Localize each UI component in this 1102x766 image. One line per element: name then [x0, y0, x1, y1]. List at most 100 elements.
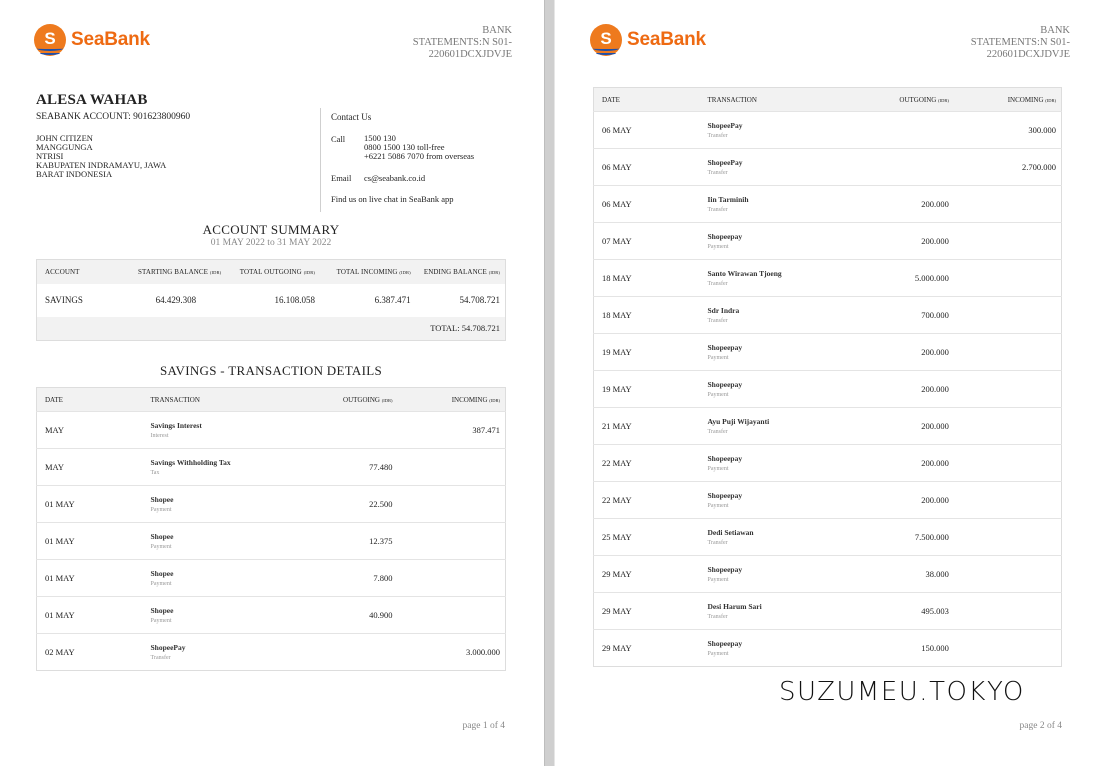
- txn-party: Shopee: [150, 495, 174, 504]
- txn-date: 01 MAY: [36, 596, 151, 634]
- seabank-logo-text: SeaBank: [627, 29, 706, 50]
- txn-party: Desi Harum Sari: [707, 602, 762, 611]
- txn-outgoing: 7.500.000: [865, 518, 987, 556]
- txn-party: Shopeepay: [707, 639, 743, 648]
- transaction-row: MAY Savings Interest Interest 387.471: [36, 411, 506, 449]
- account-number: SEABANK ACCOUNT: 901623800960: [36, 112, 191, 122]
- seabank-logo: S SeaBank: [34, 24, 150, 56]
- txn-type: Transfer: [707, 133, 728, 139]
- txn-description: Shopeepay Payment: [707, 370, 866, 408]
- txn-party: Dedi Setiawan: [707, 528, 754, 537]
- transaction-row: 29 MAY Shopeepay Payment 38.000: [593, 555, 1062, 593]
- txn-incoming: [986, 481, 1062, 519]
- txn-outgoing: 200.000: [865, 370, 987, 408]
- transaction-row: 06 MAY ShopeePay Transfer 300.000: [593, 111, 1062, 149]
- txn-incoming: [430, 522, 506, 560]
- txn-incoming: [986, 555, 1062, 593]
- txn-incoming: [430, 485, 506, 523]
- txn-party: Sdr Indra: [707, 306, 740, 315]
- customer-name: ALESA WAHAB: [36, 92, 148, 108]
- txn-type: Payment: [707, 466, 729, 472]
- txn-party: Shopee: [150, 569, 174, 578]
- txn-incoming: [430, 596, 506, 634]
- contact-email: Email cs@seabank.co.id: [331, 173, 426, 183]
- txn-outgoing: 495.003: [865, 592, 987, 630]
- txn-date: 29 MAY: [593, 629, 708, 667]
- txn-outgoing: 12.375: [308, 522, 431, 560]
- txn-outgoing: 150.000: [865, 629, 987, 667]
- email-link[interactable]: cs@seabank.co.id: [364, 173, 425, 183]
- txn-type: Payment: [150, 618, 172, 624]
- transaction-row: 06 MAY Iin Tarminih Transfer 200.000: [593, 185, 1062, 223]
- txn-description: Shopee Payment: [150, 596, 309, 634]
- txn-date: 01 MAY: [36, 485, 151, 523]
- txn-type: Payment: [707, 651, 729, 657]
- txn-outgoing: 200.000: [865, 185, 987, 223]
- transaction-row: 25 MAY Dedi Setiawan Transfer 7.500.000: [593, 518, 1062, 556]
- seabank-logo-text: SeaBank: [71, 29, 150, 50]
- summary-header-row: ACCOUNT STARTING BALANCE (IDR) TOTAL OUT…: [36, 259, 506, 284]
- txn-incoming: 387.471: [430, 411, 506, 449]
- txn-description: Shopee Payment: [150, 522, 309, 560]
- txn-incoming: [986, 333, 1062, 371]
- txn-incoming: [986, 222, 1062, 260]
- seabank-logo-icon: S: [34, 24, 66, 56]
- txn-outgoing: 5.000.000: [865, 259, 987, 297]
- txn-type: Payment: [150, 581, 172, 587]
- transaction-table-page-2: DATE TRANSACTION OUTGOING (IDR) INCOMING…: [593, 87, 1062, 667]
- transaction-table-page-1: DATE TRANSACTION OUTGOING (IDR) INCOMING…: [36, 387, 506, 671]
- summary-total-row: TOTAL: 54.708.721: [36, 316, 506, 341]
- txn-outgoing: 700.000: [865, 296, 987, 334]
- txn-description: Santo Wirawan Tjoeng Transfer: [707, 259, 866, 297]
- txn-party: Shopeepay: [707, 380, 743, 389]
- contact-call: Call 1500 130 0800 1500 130 toll-free +6…: [331, 133, 475, 161]
- txn-party: ShopeePay: [707, 158, 743, 167]
- transaction-row: 01 MAY Shopee Payment 40.900: [36, 596, 506, 634]
- transaction-row: 19 MAY Shopeepay Payment 200.000: [593, 370, 1062, 408]
- txn-date: 21 MAY: [593, 407, 708, 445]
- txn-description: ShopeePay Transfer: [707, 148, 866, 186]
- txn-type: Payment: [707, 577, 729, 583]
- account-summary-title: ACCOUNT SUMMARY: [202, 222, 340, 237]
- txn-type: Payment: [150, 544, 172, 550]
- transaction-header-row: DATE TRANSACTION OUTGOING (IDR) INCOMING…: [36, 387, 506, 412]
- txn-type: Transfer: [707, 614, 728, 620]
- txn-description: Shopeepay Payment: [707, 444, 866, 482]
- transaction-row: MAY Savings Withholding Tax Tax 77.480: [36, 448, 506, 486]
- txn-party: Shopeepay: [707, 491, 743, 500]
- txn-outgoing: [308, 411, 431, 449]
- transaction-details-title: SAVINGS - TRANSACTION DETAILS: [159, 363, 383, 378]
- txn-description: ShopeePay Transfer: [707, 111, 866, 149]
- txn-date: 18 MAY: [593, 259, 708, 297]
- transaction-row: 18 MAY Santo Wirawan Tjoeng Transfer 5.000.…: [593, 259, 1062, 297]
- txn-type: Transfer: [707, 429, 728, 435]
- transaction-row: 07 MAY Shopeepay Payment 200.000: [593, 222, 1062, 260]
- txn-description: Ayu Puji Wijayanti Transfer: [707, 407, 866, 445]
- customer-address: JOHN CITIZEN MANGGUNGA NTRISI KABUPATEN …: [36, 133, 167, 179]
- txn-date: 29 MAY: [593, 592, 708, 630]
- txn-incoming: [986, 592, 1062, 630]
- txn-date: 29 MAY: [593, 555, 708, 593]
- txn-party: Shopeepay: [707, 565, 743, 574]
- summary-period: 01 MAY 2022 to 31 MAY 2022: [210, 238, 332, 248]
- txn-outgoing: 200.000: [865, 222, 987, 260]
- txn-description: ShopeePay Transfer: [150, 633, 309, 671]
- contact-title: Contact Us: [331, 112, 372, 122]
- txn-date: 18 MAY: [593, 296, 708, 334]
- txn-type: Transfer: [707, 540, 728, 546]
- txn-type: Payment: [150, 507, 172, 513]
- txn-incoming: [430, 559, 506, 597]
- txn-date: MAY: [36, 448, 151, 486]
- txn-date: 06 MAY: [593, 148, 708, 186]
- txn-outgoing: 7.800: [308, 559, 431, 597]
- txn-incoming: [986, 444, 1062, 482]
- txn-incoming: [986, 629, 1062, 667]
- seabank-logo: S SeaBank: [590, 24, 706, 56]
- txn-incoming: 3.000.000: [430, 633, 506, 671]
- txn-date: 02 MAY: [36, 633, 151, 671]
- txn-incoming: 300.000: [986, 111, 1062, 149]
- txn-party: ShopeePay: [150, 643, 186, 652]
- txn-outgoing: 38.000: [865, 555, 987, 593]
- txn-type: Payment: [707, 244, 729, 250]
- txn-party: Shopeepay: [707, 232, 743, 241]
